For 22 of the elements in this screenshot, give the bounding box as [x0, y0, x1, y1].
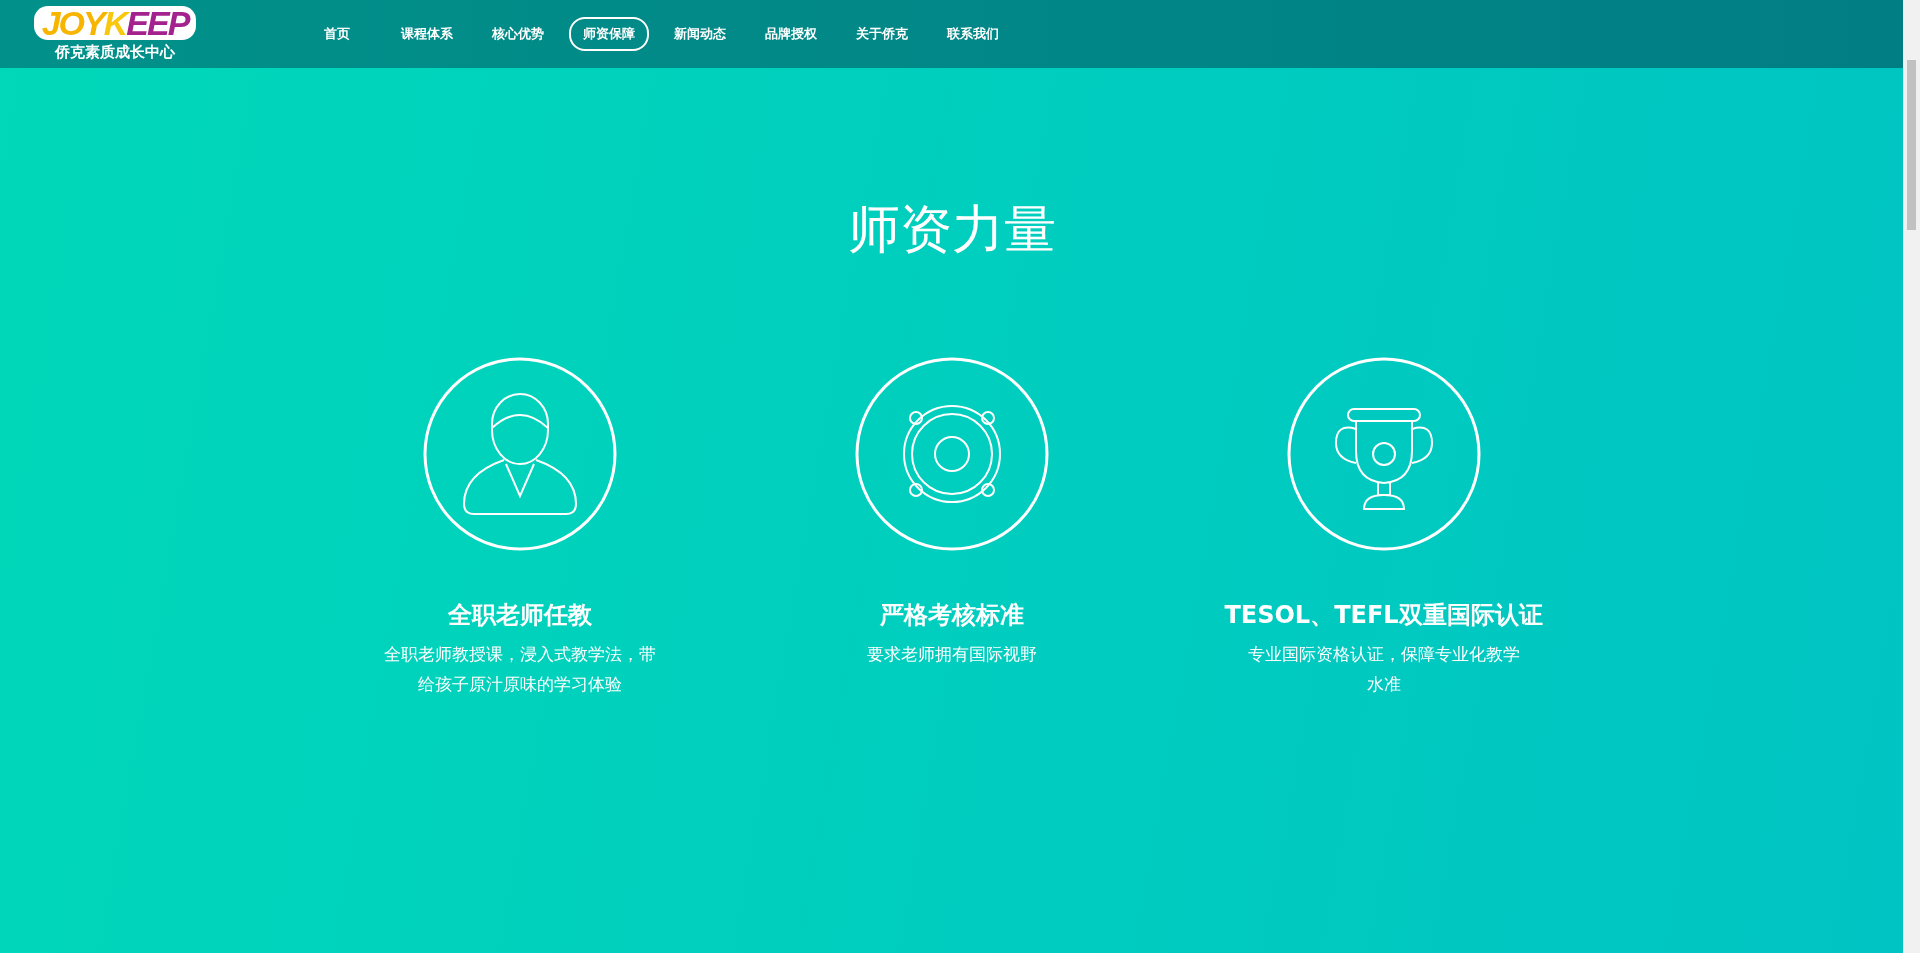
nav-link[interactable]: 师资保障: [569, 17, 649, 51]
feature-title: TESOL、TEFL双重国际认证: [1224, 600, 1543, 632]
feature-title: 严格考核标准: [879, 600, 1024, 632]
person-icon: [462, 393, 577, 516]
nav-link[interactable]: 课程体系: [387, 17, 467, 51]
feature-description: 专业国际资格认证，保障专业化教学水准: [1246, 643, 1521, 697]
nav-link[interactable]: 核心优势: [478, 17, 558, 51]
feature-description: 要求老师拥有国际视野: [866, 643, 1037, 667]
nav-link[interactable]: 品牌授权: [751, 17, 831, 51]
logo-wordmark[interactable]: JOYKEEP: [33, 6, 197, 40]
scrollbar-thumb[interactable]: [1907, 60, 1916, 230]
trophy-icon: [1334, 408, 1433, 511]
feature-title: 全职老师任教: [447, 600, 592, 632]
nav-link[interactable]: 关于侨克: [842, 17, 922, 51]
nav-link[interactable]: 新闻动态: [660, 17, 740, 51]
nav-link[interactable]: 首页: [298, 17, 376, 51]
logo-tagline: 侨克素质成长中心: [55, 42, 175, 62]
speaker-icon: [902, 405, 1001, 504]
section-title: 师资力量: [846, 198, 1057, 261]
feature-description: 全职老师教授课，浸入式教学法，带给孩子原汁原味的学习体验: [382, 643, 657, 697]
nav-link[interactable]: 联系我们: [933, 17, 1013, 51]
scrollbar[interactable]: [1903, 0, 1920, 953]
